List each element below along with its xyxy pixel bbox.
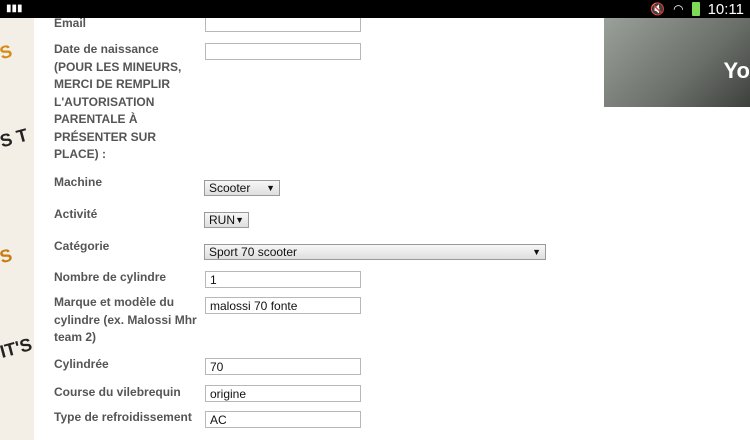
cylinder-model-label: Marque et modèle du cylindre (ex. Maloss… (54, 295, 197, 344)
cooling-label: Type de refroidissement (54, 410, 192, 424)
battery-icon (691, 2, 700, 16)
activity-select[interactable]: RUN ▼ (204, 212, 249, 228)
video-thumbnail[interactable]: Yo (604, 18, 750, 107)
chevron-down-icon: ▼ (266, 183, 275, 193)
decor-text: S T (0, 124, 30, 152)
cooling-input[interactable] (205, 411, 361, 428)
cylinder-model-input[interactable] (205, 297, 361, 314)
crankshaft-label: Course du vilebrequin (54, 385, 181, 399)
email-label: Email (54, 18, 87, 30)
decor-text: S (0, 244, 15, 268)
signal-icon: ▮▮▮ (6, 3, 23, 14)
birthdate-input[interactable] (205, 43, 361, 60)
crankshaft-input[interactable] (205, 385, 361, 402)
machine-select-value: Scooter (209, 181, 251, 195)
clock: 10:11 (707, 0, 744, 18)
displacement-label: Cylindrée (54, 357, 109, 371)
activity-select-value: RUN (209, 213, 235, 227)
cylinder-count-input[interactable] (205, 271, 361, 288)
status-bar: ▮▮▮ 🔇 ◠ 10:11 (0, 0, 750, 18)
decor-text: IT'S (0, 334, 34, 362)
wifi-icon: ◠ (673, 2, 684, 16)
category-select[interactable]: Sport 70 scooter ▼ (204, 244, 546, 260)
chevron-down-icon: ▼ (235, 215, 244, 225)
background-decoration: S S T S IT'S (0, 18, 34, 440)
category-label: Catégorie (54, 239, 110, 253)
displacement-input[interactable] (205, 358, 361, 375)
birthdate-label: Date de naissance (POUR LES MINEURS, MER… (54, 42, 182, 161)
machine-select[interactable]: Scooter ▼ (204, 180, 280, 196)
mute-icon: 🔇 (650, 2, 666, 16)
machine-label: Machine (54, 175, 103, 189)
video-overlay-text: Yo (723, 58, 750, 83)
chevron-down-icon: ▼ (532, 247, 541, 257)
category-select-value: Sport 70 scooter (209, 245, 298, 259)
activity-label: Activité (54, 207, 98, 221)
sidebar: Yo (594, 18, 750, 440)
registration-form: Email Date de naissance (POUR LES MINEUR… (34, 18, 594, 440)
cylinder-count-label: Nombre de cylindre (54, 270, 167, 284)
email-input[interactable] (205, 18, 361, 32)
decor-text: S (0, 40, 15, 64)
